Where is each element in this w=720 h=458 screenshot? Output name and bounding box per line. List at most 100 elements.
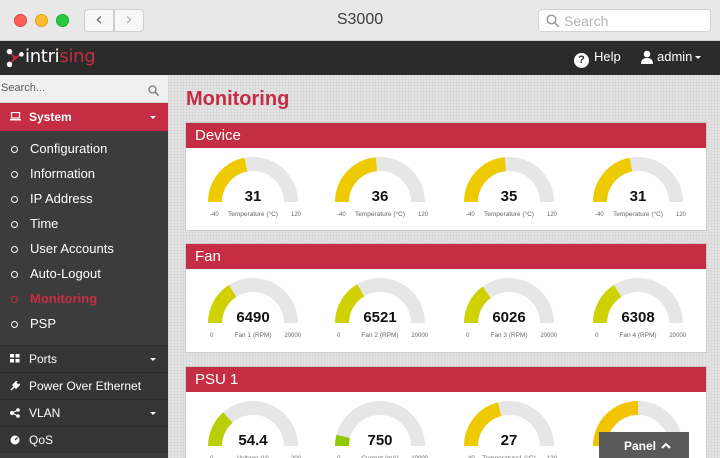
gauge: 31 -40 Temperature (°C) 120 (592, 156, 688, 226)
sidebar-item-label: Configuration (30, 141, 108, 156)
sidebar-item-ports[interactable]: Ports (0, 345, 168, 372)
bullet-icon (11, 321, 18, 328)
panel-toggle-button[interactable]: Panel (599, 432, 689, 458)
bullet-icon (11, 246, 18, 253)
sidebar-item-label: IP Address (30, 191, 93, 206)
gauge-label: Temperature (°C) (484, 211, 534, 218)
gauge-icon (10, 435, 20, 445)
sidebar-item-label: Ports (29, 352, 58, 366)
help-icon: ? (574, 53, 589, 68)
browser-search-input[interactable]: Search (538, 9, 711, 32)
logo-text-accent: sing (59, 46, 96, 67)
sidebar-item-label: VLAN (29, 406, 61, 420)
sidebar-item-label: Information (30, 166, 96, 181)
fan-panel: Fan 6490 0 Fan 1 (RPM) 20000 6521 0 Fan … (185, 243, 707, 353)
sidebar-search-placeholder: Search... (1, 82, 46, 94)
laptop-icon (10, 112, 21, 121)
sidebar: Search... System Configuration Informati… (0, 75, 168, 458)
chevron-down-icon (695, 56, 702, 59)
gauge: 6490 0 Fan 1 (RPM) 20000 (207, 277, 303, 347)
gauge: 6026 0 Fan 3 (RPM) 20000 (463, 277, 559, 347)
gauge-value: 31 (244, 188, 262, 205)
grid-icon (10, 354, 20, 363)
gauge: 6521 0 Fan 2 (RPM) 20000 (334, 277, 430, 347)
sidebar-item-label: PSP (30, 316, 57, 331)
sidebar-item-power-over-ethernet[interactable]: Power Over Ethernet (0, 372, 168, 399)
sidebar-item-system[interactable]: System (0, 103, 168, 131)
gauge: 36 -40 Temperature (°C) 120 (334, 156, 430, 226)
gauge-label: Temperature (°C) (355, 211, 405, 218)
sidebar-item-qos[interactable]: QoS (0, 426, 168, 453)
gauge-value: 6490 (236, 309, 270, 326)
sidebar-item-label: Time (30, 216, 59, 231)
gauge-row: 6490 0 Fan 1 (RPM) 20000 6521 0 Fan 2 (R… (186, 269, 706, 352)
panel-title: Fan (186, 244, 706, 269)
user-menu[interactable]: admin (641, 49, 702, 64)
logo-text: intrising (25, 46, 96, 67)
sidebar-item-time[interactable]: Time (0, 212, 168, 237)
logo-text-main: intri (25, 46, 60, 67)
gauge: 6308 0 Fan 4 (RPM) 20000 (592, 277, 688, 347)
gauge-min: 0 (595, 333, 599, 339)
sidebar-item-vlan[interactable]: VLAN (0, 399, 168, 426)
gauge-min: -40 (466, 212, 475, 218)
gauge-value: 31 (629, 188, 647, 205)
sidebar-item-user-accounts[interactable]: User Accounts (0, 237, 168, 262)
gauge-label: Fan 4 (RPM) (619, 332, 657, 339)
panel-title: PSU 1 (186, 367, 706, 392)
gauge-value: 35 (500, 188, 518, 205)
gauge-label: Fan 2 (RPM) (361, 332, 399, 339)
sidebar-item-psp[interactable]: PSP (0, 312, 168, 337)
gauge-arc (464, 401, 554, 447)
gauge-min: 0 (466, 333, 470, 339)
sidebar-item-label: QoS (29, 433, 54, 447)
search-icon (148, 85, 159, 96)
user-icon (641, 50, 653, 64)
gauge-max: 120 (290, 212, 301, 218)
chevron-up-icon (661, 442, 671, 449)
gauge-label: Fan 1 (RPM) (234, 332, 272, 339)
sidebar-item-auto-logout[interactable]: Auto-Logout (0, 262, 168, 287)
gauge-label: Temperature (°C) (228, 211, 278, 218)
app-header: intrising ? Help admin (0, 41, 720, 75)
help-link[interactable]: ? Help (574, 49, 621, 68)
sidebar-item-label: Power Over Ethernet (29, 379, 142, 393)
gauge-value: 54.4 (238, 432, 268, 449)
gauge-label: Fan 3 (RPM) (490, 332, 528, 339)
bullet-icon (11, 271, 18, 278)
search-icon (546, 14, 560, 28)
gauge: 750 0 Current (mA) 10000 (334, 400, 430, 458)
page-title: Monitoring (186, 88, 290, 110)
gauge: 31 -40 Temperature (°C) 120 (207, 156, 303, 226)
gauge-max: 20000 (284, 333, 301, 339)
system-submenu: Configuration Information IP Address Tim… (0, 131, 168, 345)
gauge-min: -40 (210, 212, 219, 218)
gauge-max: 20000 (669, 333, 686, 339)
chevron-down-icon (150, 116, 156, 119)
gauge-min: -40 (337, 212, 346, 218)
sidebar-item-label: User Accounts (30, 241, 114, 256)
panel-toggle-label: Panel (624, 439, 657, 453)
gauge-arc (208, 401, 298, 447)
gauge-label: Temperature (°C) (613, 211, 663, 218)
share-icon (10, 408, 20, 418)
sidebar-item-monitoring[interactable]: Monitoring (0, 287, 168, 312)
panel-title: Device (186, 123, 706, 148)
bullet-icon (11, 221, 18, 228)
user-label: admin (657, 49, 693, 64)
gauge-max: 120 (417, 212, 428, 218)
sidebar-item-information[interactable]: Information (0, 162, 168, 187)
bullet-icon (11, 171, 18, 178)
bullet-icon (11, 196, 18, 203)
sidebar-search-input[interactable]: Search... (0, 75, 168, 103)
gauge-max: 120 (546, 212, 557, 218)
chevron-down-icon (150, 412, 156, 415)
sidebar-item-ip-address[interactable]: IP Address (0, 187, 168, 212)
sidebar-item-configuration[interactable]: Configuration (0, 137, 168, 162)
search-placeholder: Search (564, 13, 609, 29)
gauge: 54.4 0 Voltage (V) 200 (207, 400, 303, 458)
sidebar-item-label: Auto-Logout (30, 266, 101, 281)
bullet-icon (11, 146, 18, 153)
gauge-value: 750 (367, 432, 393, 449)
sidebar-item-label: Monitoring (30, 291, 98, 306)
